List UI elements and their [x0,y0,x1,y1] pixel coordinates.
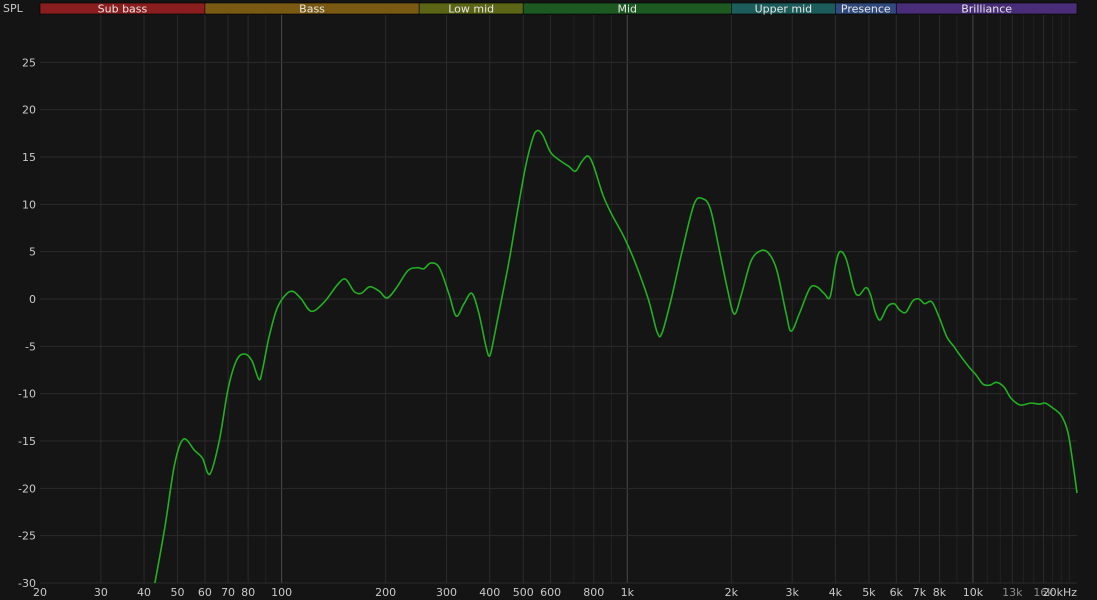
x-tick-label: 60 [198,586,212,599]
x-tick-label: 1k [621,586,635,599]
y-tick-label: -15 [18,435,36,448]
x-tick-label: 500 [513,586,534,599]
x-tick-label: 100 [271,586,292,599]
y-tick-label: 10 [22,198,36,211]
x-tick-label: 8k [933,586,947,599]
x-tick-label: 600 [540,586,561,599]
band-label: Low mid [448,3,494,16]
x-tick-label: 200 [375,586,396,599]
x-tick-label: 40 [137,586,151,599]
y-tick-label: 25 [22,56,36,69]
y-tick-label: 5 [29,246,36,259]
frequency-response-chart: Sub bass Bass Low mid Mid Upper mid Presence B… [0,0,1097,600]
x-tick-label: 10k [963,586,984,599]
y-tick-label: 15 [22,151,36,164]
band-label: Sub bass [98,3,148,16]
band-label: Upper mid [755,3,813,16]
x-tick-label: 6k [890,586,904,599]
band-label: Bass [299,3,325,16]
y-tick-label: -25 [18,530,36,543]
x-tick-label: 20kHz [1043,586,1078,599]
x-tick-label: 800 [583,586,604,599]
x-tick-label: 13k [1002,586,1023,599]
x-tick-label: 30 [94,586,108,599]
band-label: Presence [841,3,891,16]
y-tick-label: -5 [25,340,36,353]
y-tick-label: 0 [29,293,36,306]
y-tick-label: 20 [22,104,36,117]
x-tick-label: 80 [241,586,255,599]
x-tick-label: 300 [436,586,457,599]
x-tick-label: 50 [171,586,185,599]
y-tick-label: -20 [18,482,36,495]
y-tick-label: -10 [18,388,36,401]
x-tick-label: 2k [725,586,739,599]
band-label: Mid [618,3,638,16]
y-axis-label: SPL [3,2,24,15]
band-label: Brilliance [961,3,1012,16]
x-tick-label: 7k [913,586,927,599]
x-tick-label: 3k [786,586,800,599]
x-tick-label: 4k [829,586,843,599]
x-tick-label: 20 [33,586,47,599]
x-tick-label: 5k [862,586,876,599]
x-tick-label: 400 [479,586,500,599]
x-tick-label: 70 [221,586,235,599]
frequency-band-bar: Sub bass Bass Low mid Mid Upper mid Presence B… [39,3,1078,16]
